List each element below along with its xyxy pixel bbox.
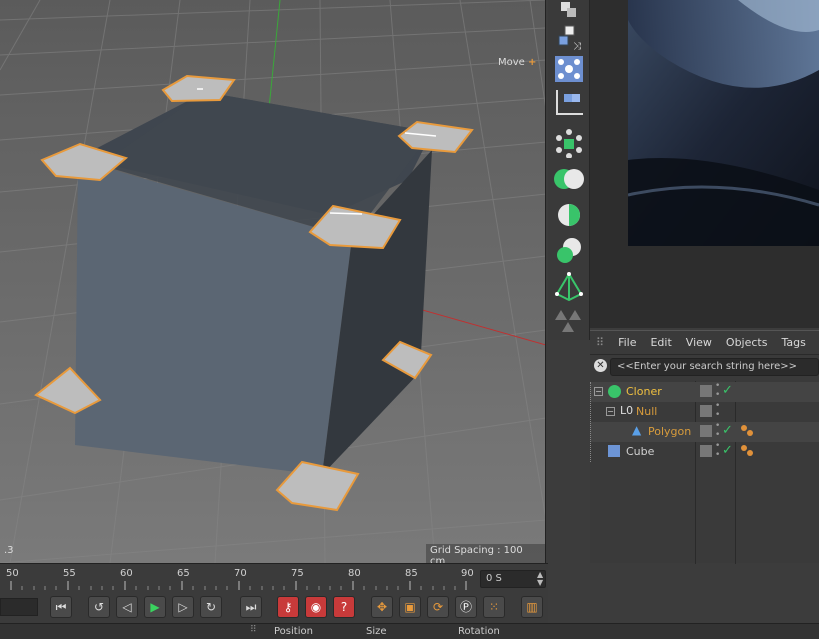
layer-icon[interactable] (700, 445, 712, 457)
object-row-cube[interactable]: Cube • • ✓ (590, 442, 819, 462)
collapse-toggle-icon[interactable]: − (594, 387, 603, 396)
object-row-polygon[interactable]: ▲ Polygon • • ✓ (590, 422, 819, 442)
visibility-dots-icon[interactable]: • • (715, 422, 720, 440)
goto-start-button[interactable]: ⏮ (50, 596, 72, 618)
parameter-key-button[interactable]: Ⓟ (455, 596, 477, 618)
move-plus-icon: + (528, 57, 537, 68)
cloner-grid-icon[interactable] (553, 54, 585, 84)
polygon-triangle-icon: ▲ (632, 423, 642, 437)
visibility-dots-icon[interactable]: • • (715, 402, 720, 420)
tick-marks (10, 581, 467, 590)
object-manager-menubar: ⠿ File Edit View Objects Tags B (590, 331, 819, 355)
spinner-arrows-icon[interactable]: ▲ ▼ (537, 571, 543, 587)
enabled-check-icon[interactable]: ✓ (722, 423, 733, 438)
rotation-header: Rotation (458, 626, 500, 637)
cube-icon (608, 445, 620, 457)
size-header: Size (366, 626, 387, 637)
3d-viewport[interactable]: Move + Grid Spacing : 100 cm .3 (0, 0, 546, 563)
tick-label: 55 (63, 568, 76, 579)
record-keys-button[interactable]: ⚷ (277, 596, 299, 618)
goto-end-button[interactable]: ⏭ (240, 596, 262, 618)
frame-start-field[interactable] (0, 598, 38, 616)
search-input[interactable]: <<Enter your search string here>> (610, 358, 819, 376)
collapse-toggle-icon[interactable]: − (606, 407, 615, 416)
position-key-button[interactable]: ✥ (371, 596, 393, 618)
connect-icon[interactable] (553, 306, 585, 336)
object-name: Polygon (648, 425, 692, 438)
enabled-check-icon[interactable]: ✓ (722, 383, 733, 398)
step-forward-button[interactable]: ▷ (172, 596, 194, 618)
layer-icon[interactable] (700, 385, 712, 397)
tick-label: 50 (6, 568, 19, 579)
object-manager: ⠿ File Edit View Objects Tags B ✕ <<Ente… (590, 330, 819, 564)
phong-tag-icon[interactable] (740, 424, 754, 438)
tick-label: 60 (120, 568, 133, 579)
layer-icon[interactable] (700, 425, 712, 437)
object-row-null[interactable]: − L0 Null • • (590, 402, 819, 422)
move-label-text: Move (498, 57, 525, 68)
rotation-key-button[interactable]: ⟳ (427, 596, 449, 618)
point-level-key-button[interactable]: ⁙ (483, 596, 505, 618)
graph-cubes-icon[interactable] (553, 88, 585, 118)
search-bar: ✕ <<Enter your search string here>> (590, 357, 819, 377)
viewport-corner-value: .3 (4, 545, 14, 556)
tick-label: 85 (405, 568, 418, 579)
tick-label: 70 (234, 568, 247, 579)
move-tool-label: Move + (494, 56, 540, 69)
object-name: Null (636, 405, 658, 418)
null-icon: L0 (620, 404, 634, 417)
position-header: Position (274, 626, 313, 637)
tick-label: 90 (461, 568, 474, 579)
menu-file[interactable]: File (618, 336, 636, 349)
object-row-cloner[interactable]: − Cloner • • ✓ (590, 382, 819, 402)
enabled-check-icon[interactable]: ✓ (722, 443, 733, 458)
half-sphere-icon[interactable] (553, 200, 585, 230)
boole-icon[interactable] (553, 164, 585, 194)
picture-viewer (590, 0, 819, 328)
grid-spacing-label: Grid Spacing : 100 cm (426, 544, 545, 563)
object-name: Cube (626, 445, 655, 458)
step-back-button[interactable]: ◁ (116, 596, 138, 618)
film-strip-icon[interactable]: ▥ (521, 596, 543, 618)
layer-icon[interactable] (700, 405, 712, 417)
coordinate-manager-header: ⠿ Position Size Rotation (0, 623, 819, 639)
play-button[interactable]: ▶ (144, 596, 166, 618)
scale-key-button[interactable]: ▣ (399, 596, 421, 618)
render-preview-image (628, 0, 819, 246)
phong-tag-icon[interactable] (740, 444, 754, 458)
random-effector-icon[interactable]: ⤨ (553, 22, 585, 52)
cloner-spheres-icon[interactable] (553, 128, 585, 159)
menu-view[interactable]: View (686, 336, 712, 349)
pyramid-icon[interactable] (553, 272, 585, 302)
object-name: Cloner (626, 385, 662, 398)
grip-icon[interactable]: ⠿ (596, 336, 604, 349)
keyframe-selection-button[interactable]: ? (333, 596, 355, 618)
timeline-ruler[interactable]: 50 55 60 65 70 75 80 85 90 0 S ▲ ▼ (0, 563, 548, 591)
prev-key-button[interactable]: ↺ (88, 596, 110, 618)
tick-label: 75 (291, 568, 304, 579)
tick-label: 65 (177, 568, 190, 579)
close-search-icon[interactable]: ✕ (594, 359, 607, 372)
visibility-dots-icon[interactable]: • • (715, 382, 720, 400)
cloner-icon (608, 385, 621, 398)
visibility-dots-icon[interactable]: • • (715, 442, 720, 460)
tick-label: 80 (348, 568, 361, 579)
object-palette: ⤨ (548, 0, 590, 340)
tree-line (590, 382, 594, 462)
pill-icon[interactable] (553, 236, 585, 266)
menu-edit[interactable]: Edit (650, 336, 671, 349)
viewport-scene (0, 0, 545, 563)
svg-text:⤨: ⤨ (573, 41, 581, 52)
autokey-button[interactable]: ◉ (305, 596, 327, 618)
menu-tags[interactable]: Tags (781, 336, 805, 349)
menu-objects[interactable]: Objects (726, 336, 768, 349)
grip-icon[interactable]: ⠿ (250, 625, 257, 635)
transport-controls: ⏮ ↺ ◁ ▶ ▷ ↻ ⏭ ⚷ ◉ ? ✥ ▣ ⟳ Ⓟ ⁙ ▥ (0, 591, 548, 623)
next-key-button[interactable]: ↻ (200, 596, 222, 618)
